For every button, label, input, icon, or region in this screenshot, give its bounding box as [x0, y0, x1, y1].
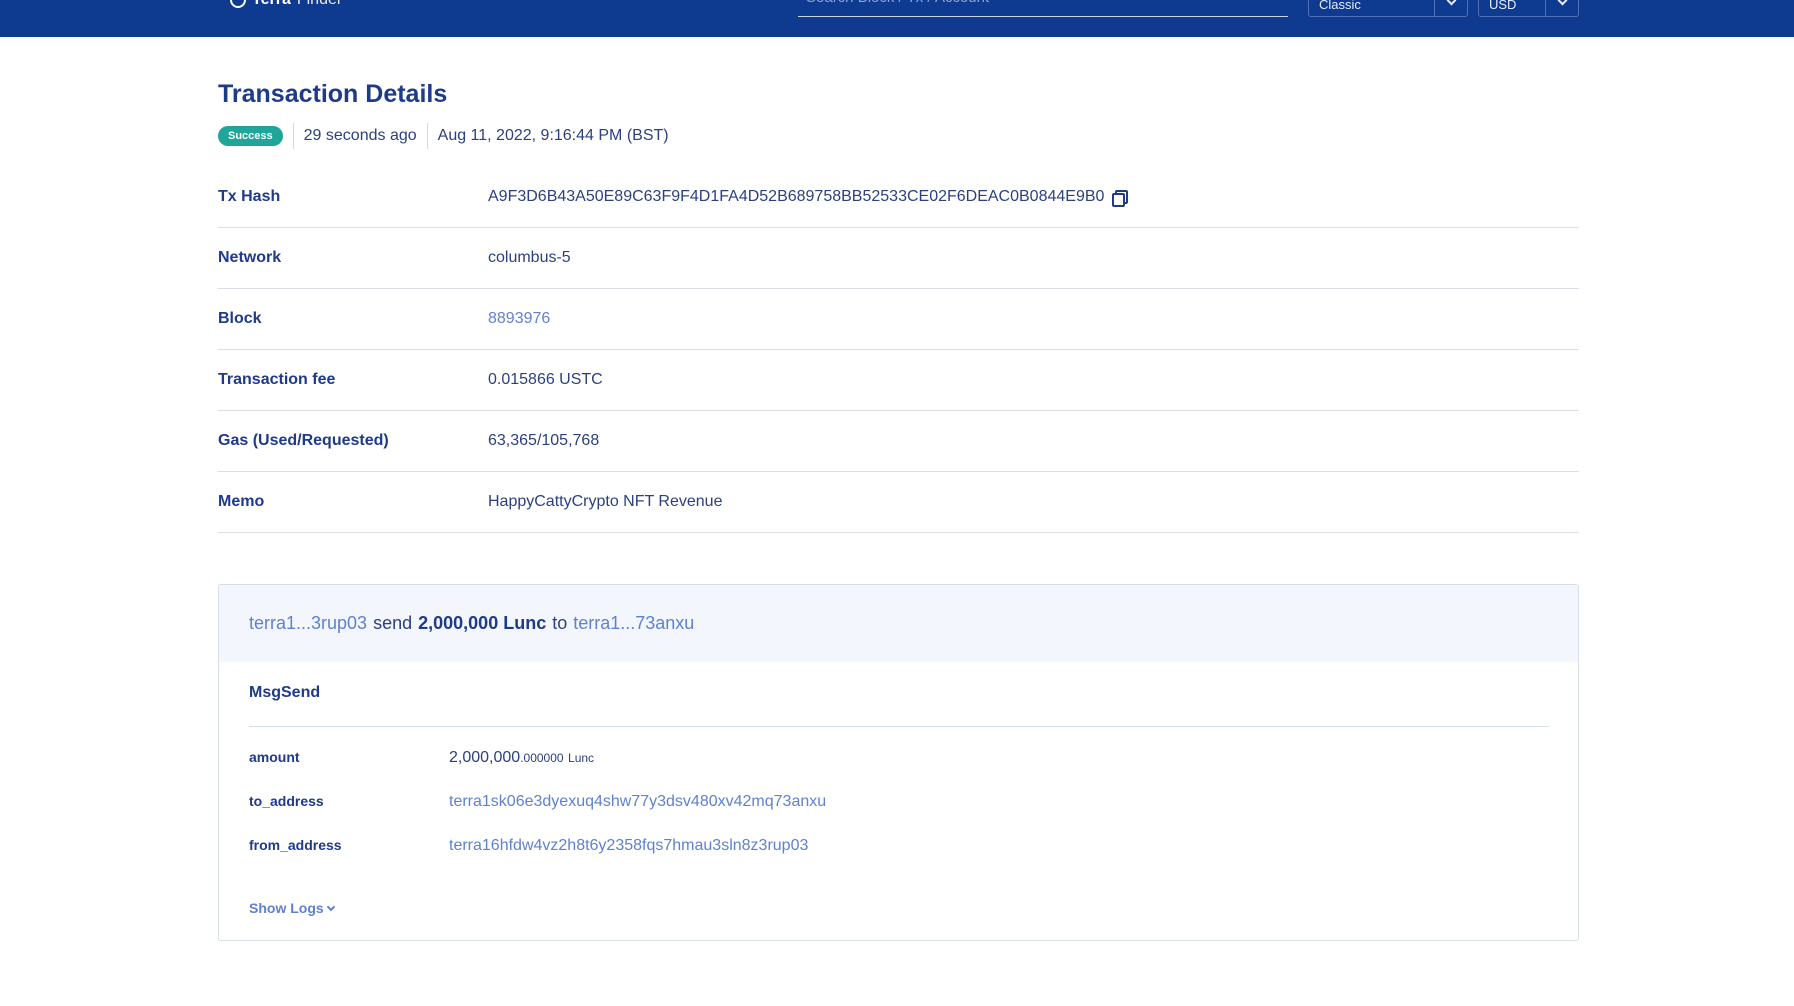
gas-value: 63,365/105,768 [488, 432, 600, 449]
detail-label: Transaction fee [218, 371, 336, 388]
message-card: terra1...3rup03 send 2,000,000 Lunc to t… [218, 584, 1579, 941]
from-address-full-link[interactable]: terra16hfdw4vz2h8t6y2358fqs7hmau3sln8z3r… [449, 837, 808, 855]
detail-row-tx-hash: Tx Hash A9F3D6B43A50E89C63F9F4D1FA4D52B6… [218, 167, 1579, 228]
tx-meta: Success 29 seconds ago Aug 11, 2022, 9:1… [218, 123, 669, 149]
amount-row: amount 2,000,000.000000 Lunc [249, 749, 594, 767]
detail-label: Tx Hash [218, 188, 281, 205]
to-address-label: to_address [249, 793, 324, 809]
verb-text: send [373, 613, 413, 633]
from-address-link[interactable]: terra1...3rup03 [249, 613, 367, 634]
detail-value: A9F3D6B43A50E89C63F9F4D1FA4D52B689758BB5… [488, 188, 1129, 207]
currency-select-value: USD [1489, 0, 1517, 12]
amount-label: amount [249, 749, 300, 765]
terra-logo-icon [230, 0, 246, 8]
brand-logo[interactable]: Terra Finder [230, 0, 342, 8]
to-address-row: to_address terra1sk06e3dyexuq4shw77y3dsv… [249, 793, 826, 811]
detail-label: Gas (Used/Requested) [218, 432, 389, 449]
search-input[interactable] [806, 0, 1266, 6]
chevron-down-icon [326, 902, 335, 911]
network-select[interactable]: Classic [1308, 0, 1468, 17]
detail-row-gas: Gas (Used/Requested) 63,365/105,768 [218, 411, 1579, 472]
memo-value: HappyCattyCrypto NFT Revenue [488, 493, 723, 510]
show-logs-button[interactable]: Show Logs [249, 900, 335, 916]
block-link[interactable]: 8893976 [488, 310, 550, 328]
message-type: MsgSend [249, 684, 321, 701]
detail-row-fee: Transaction fee 0.015866 USTC [218, 350, 1579, 411]
status-badge: Success [218, 126, 283, 146]
detail-label: Block [218, 310, 262, 327]
message-summary: terra1...3rup03 send 2,000,000 Lunc to t… [219, 585, 1578, 662]
amount-decimals: .000000 [520, 751, 564, 765]
to-text: to [552, 613, 568, 633]
detail-label: Memo [218, 493, 265, 510]
to-address-full-link[interactable]: terra1sk06e3dyexuq4shw77y3dsv480xv42mq73… [449, 793, 826, 811]
search-icon[interactable] [1266, 0, 1280, 6]
divider [249, 726, 1549, 727]
divider [426, 123, 428, 149]
detail-row-block: Block 8893976 [218, 289, 1579, 350]
amount-text: 2,000,000 Lunc [418, 613, 547, 633]
currency-select[interactable]: USD [1478, 0, 1579, 17]
from-address-row: from_address terra16hfdw4vz2h8t6y2358fqs… [249, 837, 808, 855]
amount-value: 2,000,000.000000 Lunc [449, 749, 594, 767]
to-address-link[interactable]: terra1...73anxu [573, 613, 694, 634]
copy-icon[interactable] [1112, 190, 1129, 207]
chevron-down-icon[interactable] [1434, 0, 1467, 16]
detail-label: Network [218, 249, 282, 266]
top-nav-bar: Terra Finder Classic USD [0, 0, 1794, 37]
tx-details-table: Tx Hash A9F3D6B43A50E89C63F9F4D1FA4D52B6… [218, 167, 1579, 533]
from-address-label: from_address [249, 837, 342, 853]
amount-denom: Lunc [568, 751, 595, 765]
network-select-value: Classic [1319, 0, 1361, 12]
brand-product: Finder [297, 0, 342, 9]
detail-row-network: Network columbus-5 [218, 228, 1579, 289]
brand-name: Terra [252, 0, 291, 9]
network-value: columbus-5 [488, 249, 571, 266]
amount-main: 2,000,000 [449, 749, 521, 766]
timestamp: Aug 11, 2022, 9:16:44 PM (BST) [437, 127, 669, 144]
relative-time: 29 seconds ago [303, 127, 417, 144]
tx-hash-value: A9F3D6B43A50E89C63F9F4D1FA4D52B689758BB5… [488, 188, 1105, 205]
detail-row-memo: Memo HappyCattyCrypto NFT Revenue [218, 472, 1579, 533]
show-logs-label: Show Logs [249, 900, 324, 916]
page-title: Transaction Details [218, 80, 448, 108]
fee-value: 0.015866 USTC [488, 371, 603, 388]
chevron-down-icon[interactable] [1545, 0, 1578, 16]
search-box [798, 0, 1288, 17]
divider [292, 123, 294, 149]
